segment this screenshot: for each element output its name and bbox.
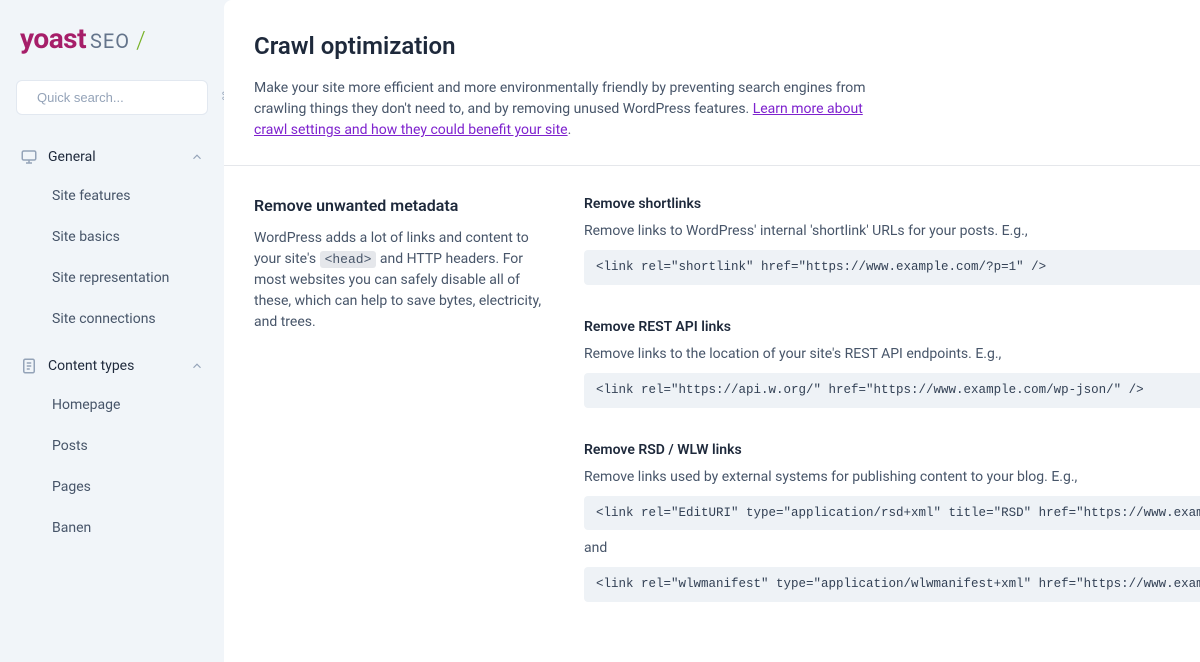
nav-section-general: General Site features Site basics Site r… [16,139,208,340]
search-box[interactable]: ⌘K [16,80,208,115]
code-example: <link rel="wlwmanifest" type="applicatio… [584,567,1200,602]
page-header: Crawl optimization Make your site more e… [224,0,1200,166]
sidebar-item-site-basics[interactable]: Site basics [48,217,208,258]
sidebar: yoast SEO / ⌘K General Site features Sit… [0,0,224,662]
desktop-icon [20,148,38,166]
main-content: Crawl optimization Make your site more e… [224,0,1200,662]
setting-title: Remove RSD / WLW links [584,440,1200,461]
setting-remove-rsd-wlw: Remove RSD / WLW links Remove links used… [584,440,1200,603]
page-description-post: . [568,122,572,138]
code-example: <link rel="https://api.w.org/" href="htt… [584,373,1200,408]
code-example: <link rel="shortlink" href="https://www.… [584,250,1200,285]
setting-desc: Remove links to WordPress' internal 'sho… [584,221,1200,242]
logo-slash: / [136,22,146,58]
sidebar-item-homepage[interactable]: Homepage [48,385,208,426]
setting-desc: Remove links to the location of your sit… [584,344,1200,365]
sidebar-item-banen[interactable]: Banen [48,508,208,549]
sidebar-item-site-representation[interactable]: Site representation [48,258,208,299]
sidebar-item-pages[interactable]: Pages [48,467,208,508]
sidebar-item-posts[interactable]: Posts [48,426,208,467]
setting-desc: Remove links used by external systems fo… [584,467,1200,488]
document-icon [20,357,38,375]
nav-header-label: Content types [48,356,180,377]
nav-header-label: General [48,147,180,168]
and-text: and [584,538,1200,559]
logo-suffix: SEO [90,26,130,56]
setting-title: Remove REST API links [584,317,1200,338]
section-title: Remove unwanted metadata [254,194,554,218]
chevron-up-icon [190,150,204,164]
section-intro: Remove unwanted metadata WordPress adds … [254,194,554,634]
chevron-up-icon [190,359,204,373]
setting-remove-rest-api: Remove REST API links Remove links to th… [584,317,1200,408]
sidebar-item-site-connections[interactable]: Site connections [48,299,208,340]
sidebar-item-site-features[interactable]: Site features [48,176,208,217]
nav-header-general[interactable]: General [16,139,208,176]
section-description: WordPress adds a lot of links and conten… [254,228,554,333]
page-description: Make your site more efficient and more e… [254,78,894,141]
logo-brand: yoast [20,18,86,60]
page-title: Crawl optimization [254,28,1170,64]
setting-remove-shortlinks: Remove shortlinks Remove links to WordPr… [584,194,1200,285]
nav-header-content-types[interactable]: Content types [16,348,208,385]
nav-section-content-types: Content types Homepage Posts Pages Banen [16,348,208,549]
head-code: <head> [320,251,377,268]
code-example: <link rel="EditURI" type="application/rs… [584,496,1200,531]
setting-title: Remove shortlinks [584,194,1200,215]
search-input[interactable] [37,90,213,105]
settings-list: Remove shortlinks Remove links to WordPr… [584,194,1200,634]
logo: yoast SEO / [20,18,208,60]
